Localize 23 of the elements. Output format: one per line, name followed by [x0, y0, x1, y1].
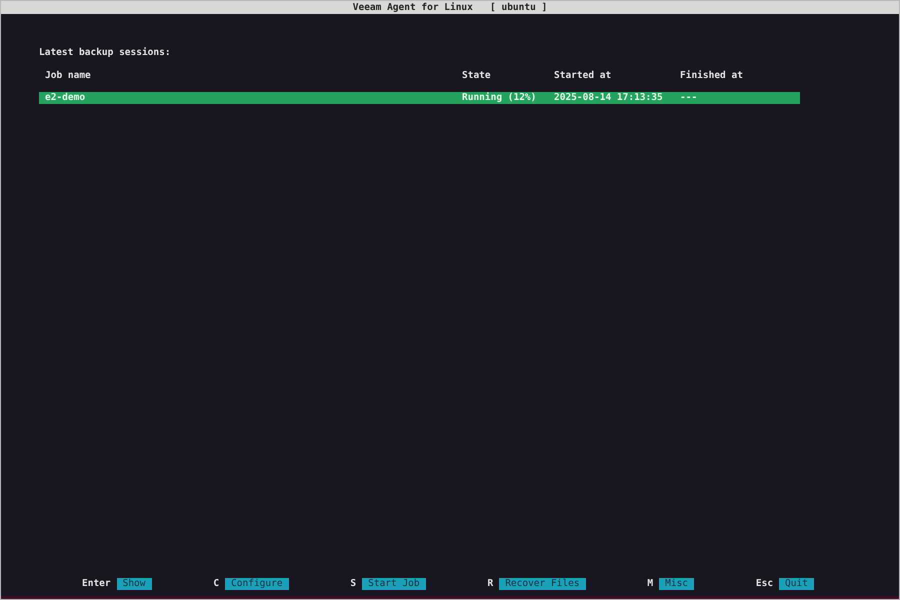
table-cell: 2025-08-14 17:13:35	[554, 92, 663, 103]
shortcut-button[interactable]: Show	[116, 578, 152, 590]
column-header: Job name	[45, 70, 91, 81]
table-row[interactable]: e2-demo Running (12%) 2025-08-14 17:13:35 ---	[39, 92, 800, 104]
table-cell: ---	[680, 92, 698, 103]
section-heading: Latest backup sessions:	[39, 46, 171, 60]
shortcut-button[interactable]: Start Job	[362, 578, 426, 590]
window-title: Veeam Agent for Linux [ ubuntu ]	[352, 1, 548, 14]
column-header: Started at	[554, 70, 612, 81]
shortcut-button[interactable]: Quit	[779, 578, 814, 590]
key-label: C	[213, 576, 220, 591]
shortcut-button[interactable]: Configure	[225, 578, 289, 590]
column-header: Finished at	[680, 70, 743, 81]
column-header: State	[462, 70, 491, 81]
shortcut-button[interactable]: Misc	[659, 578, 694, 590]
key-label: S	[350, 576, 356, 591]
key-label: Enter	[82, 576, 111, 591]
key-label: M	[647, 576, 654, 591]
shortcut-button[interactable]: Recover Files	[499, 578, 586, 590]
key-label: R	[487, 576, 494, 591]
table-cell: Running (12%)	[462, 92, 536, 103]
key-label: Esc	[756, 576, 774, 591]
table-cell: e2-demo	[45, 92, 86, 103]
